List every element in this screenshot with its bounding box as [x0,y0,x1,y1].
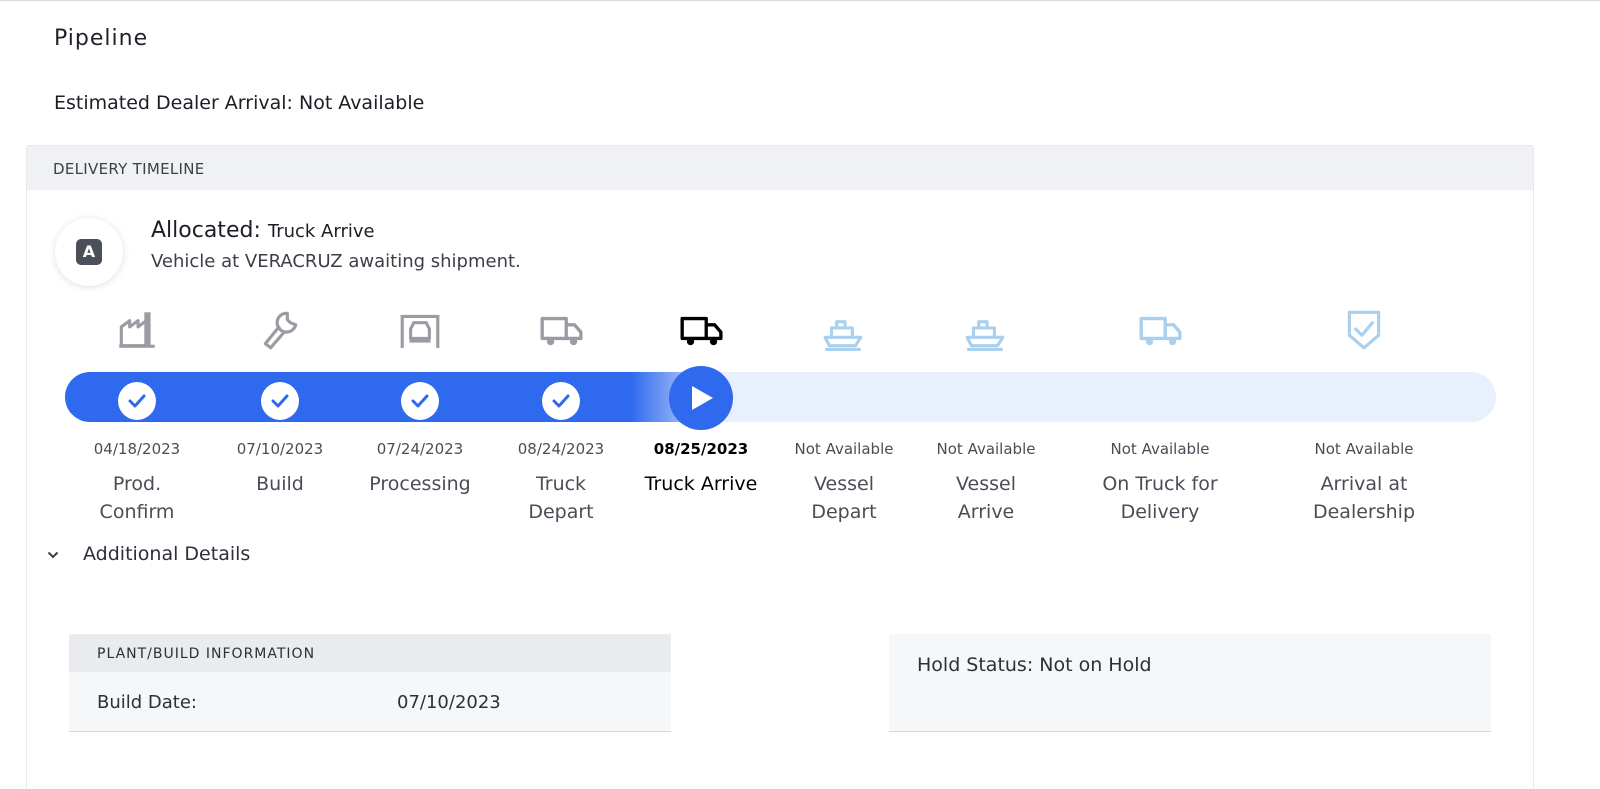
chevron-down-icon[interactable] [47,548,59,562]
page-title: Pipeline [54,26,149,51]
progress-fill [65,372,724,422]
plant-build-info-panel: PLANT/BUILD INFORMATION Build Date: 07/1… [69,634,671,732]
stage-date: Not Available [936,440,1036,458]
build-date-label: Build Date: [97,692,197,713]
checkmark-icon [261,382,299,420]
status-label: Allocated: [151,218,261,243]
status-stage: Truck Arrive [267,221,375,242]
checkmark-icon [118,382,156,420]
stage-date: 08/24/2023 [517,440,605,458]
additional-details-label[interactable]: Additional Details [83,543,250,565]
factory-icon [114,306,160,352]
hold-status-panel: Hold Status: Not on Hold [889,634,1491,732]
delivery-timeline-title: DELIVERY TIMELINE [53,160,205,178]
play-icon [669,366,733,430]
truck-icon [538,306,584,352]
stage-label: On Truck for Delivery [1102,473,1218,523]
checkmark-icon [542,382,580,420]
checkmark-icon [401,382,439,420]
stage-date: 07/10/2023 [236,440,324,458]
truck-icon [678,306,724,352]
ship-icon [963,306,1009,352]
ship-icon [821,306,867,352]
stage-date: Not Available [794,440,894,458]
top-divider [0,0,1600,1]
shield-check-icon [1341,306,1387,352]
stage-date: 04/18/2023 [93,440,181,458]
stage-label: Truck Arrive [644,473,758,495]
stage-label: Prod. Confirm [99,473,175,523]
status-description: Vehicle at VERACRUZ awaiting shipment. [151,251,521,272]
stage-label: Vessel Depart [811,473,877,523]
estimated-dealer-arrival: Estimated Dealer Arrival: Not Available [54,92,425,114]
delivery-timeline-header: DELIVERY TIMELINE [27,146,1533,190]
stage-label: Arrival at Dealership [1312,473,1416,523]
stage-date: 07/24/2023 [376,440,464,458]
stage-label: Processing [369,473,471,495]
hold-status: Hold Status: Not on Hold [917,654,1152,676]
stage-label: Truck Depart [528,473,594,523]
build-date-value: 07/10/2023 [397,692,501,713]
stage-date: Not Available [1314,440,1414,458]
stage-date: 08/25/2023 [653,440,749,458]
delivery-timeline-card: DELIVERY TIMELINE A Allocated: Truck Arr… [26,145,1534,789]
truck-icon [1137,306,1183,352]
wrench-icon [257,306,303,352]
stage-label: Build [256,473,304,495]
car-garage-icon [397,306,443,352]
allocated-status-badge: A [76,239,102,265]
stage-date: Not Available [1110,440,1210,458]
plant-build-info-header: PLANT/BUILD INFORMATION [69,634,671,672]
plant-build-info-title: PLANT/BUILD INFORMATION [97,646,316,662]
stage-label: Vessel Arrive [956,473,1016,523]
status-title: Allocated: Truck Arrive [151,218,375,243]
status-badge-container: A [55,218,123,286]
